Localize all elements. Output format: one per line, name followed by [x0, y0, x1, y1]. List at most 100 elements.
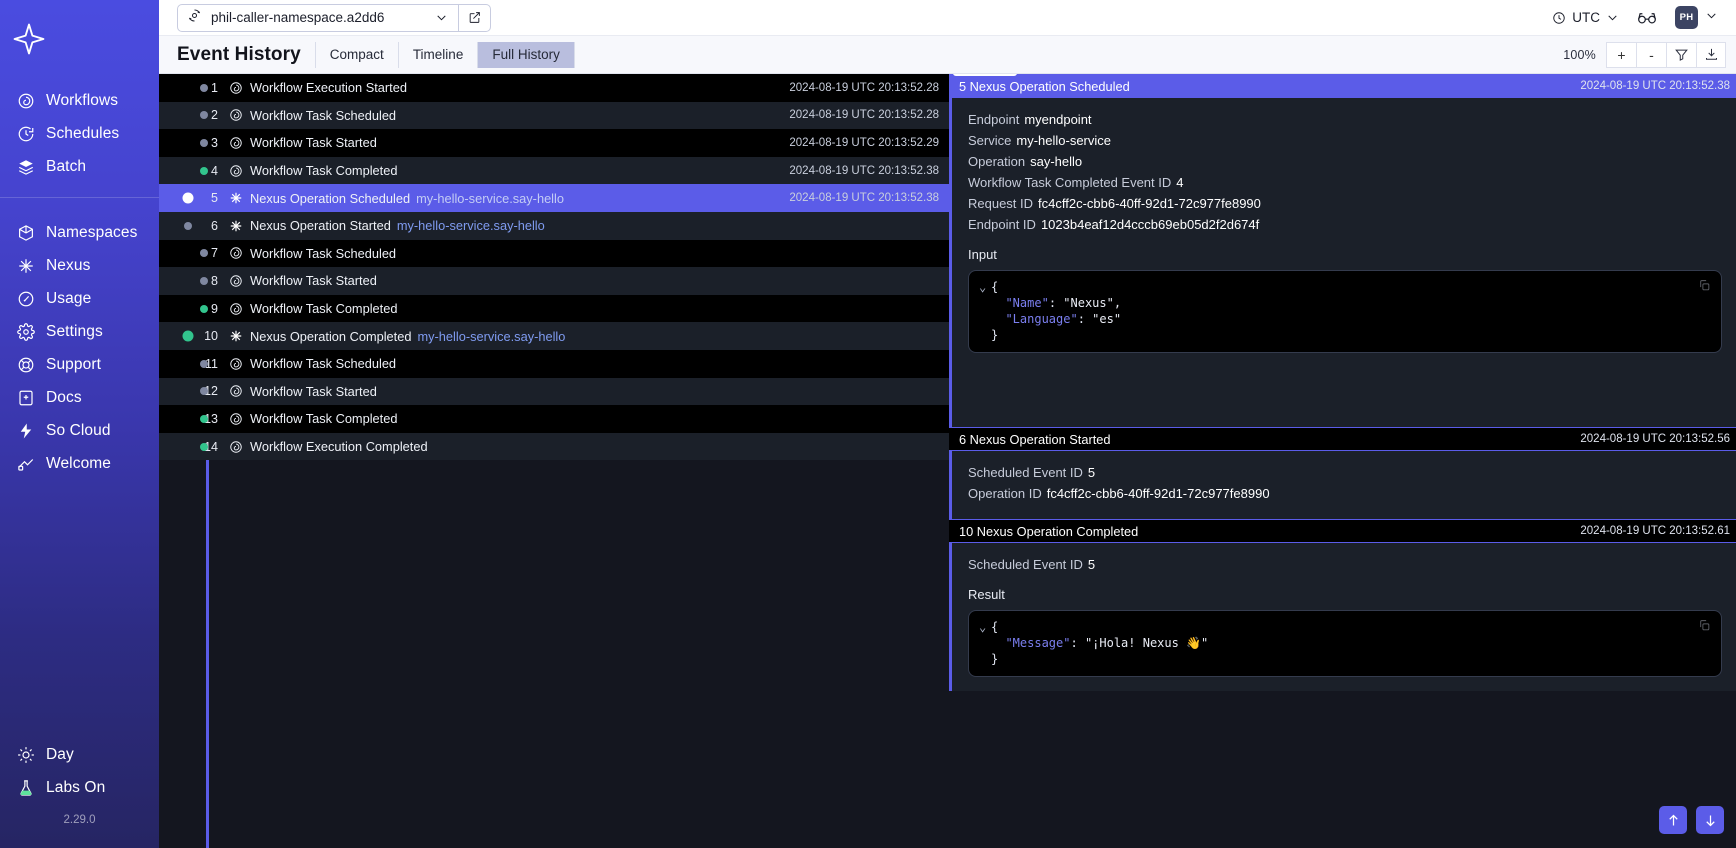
- event-row[interactable]: 9Workflow Task Completed: [159, 295, 949, 323]
- download-button[interactable]: [1696, 42, 1726, 68]
- event-status-dot: [200, 305, 208, 313]
- workflow-icon: [228, 108, 243, 123]
- event-history-list: 1Workflow Execution Started2024-08-19 UT…: [159, 74, 949, 848]
- copy-icon[interactable]: [1698, 619, 1711, 636]
- event-status-dot: [200, 139, 208, 147]
- detail-section: 10 Nexus Operation Completed2024-08-19 U…: [949, 519, 1736, 691]
- event-row[interactable]: 6Nexus Operation Startedmy-hello-service…: [159, 212, 949, 240]
- sidebar-item-usage[interactable]: Usage: [0, 282, 159, 315]
- namespace-selector[interactable]: phil-caller-namespace.a2dd6: [177, 4, 491, 32]
- event-name: Nexus Operation Scheduled: [250, 191, 410, 206]
- event-row[interactable]: 7Workflow Task Scheduled: [159, 240, 949, 268]
- close-button[interactable]: Close✕: [953, 74, 1017, 76]
- event-status-dot: [200, 167, 208, 175]
- nav-previous-button[interactable]: [1659, 806, 1687, 834]
- event-detail-panel: Close✕5 Nexus Operation Scheduled2024-08…: [949, 74, 1736, 848]
- event-name: Workflow Execution Started: [250, 80, 407, 95]
- zoom-in-button[interactable]: +: [1606, 42, 1636, 68]
- sidebar-item-workflows[interactable]: Workflows: [0, 84, 159, 117]
- event-row[interactable]: 13Workflow Task Completed: [159, 405, 949, 433]
- detail-section-header[interactable]: 10 Nexus Operation Completed2024-08-19 U…: [949, 519, 1736, 543]
- sidebar-item-labs-toggle[interactable]: Labs On: [0, 771, 159, 804]
- detail-section-header[interactable]: 5 Nexus Operation Scheduled2024-08-19 UT…: [949, 74, 1736, 98]
- namespaces-icon: [16, 223, 35, 242]
- schedules-icon: [16, 124, 35, 143]
- timezone-value: UTC: [1572, 10, 1600, 25]
- payload-label: Result: [968, 587, 1722, 602]
- namespace-external-link-button[interactable]: [458, 5, 490, 31]
- nav-next-button[interactable]: [1696, 806, 1724, 834]
- detail-field-key: Operation ID: [968, 486, 1042, 501]
- payload-code-block[interactable]: ⌄{ "Name": "Nexus", "Language": "es"}: [968, 270, 1722, 353]
- detail-section-title: 5 Nexus Operation Scheduled: [959, 79, 1130, 94]
- copy-icon[interactable]: [1698, 279, 1711, 296]
- workflow-icon: [228, 135, 243, 150]
- detail-section-header[interactable]: 6 Nexus Operation Started2024-08-19 UTC …: [949, 427, 1736, 451]
- event-name: Nexus Operation Started: [250, 218, 391, 233]
- event-row[interactable]: 5Nexus Operation Scheduledmy-hello-servi…: [159, 184, 949, 212]
- sidebar-label-namespaces: Namespaces: [46, 224, 137, 242]
- event-row[interactable]: 10Nexus Operation Completedmy-hello-serv…: [159, 322, 949, 350]
- event-row[interactable]: 11Workflow Task Scheduled: [159, 350, 949, 378]
- workflow-icon: [228, 301, 243, 316]
- event-row[interactable]: 2Workflow Task Scheduled2024-08-19 UTC 2…: [159, 102, 949, 130]
- sidebar-label-nexus: Nexus: [46, 257, 90, 275]
- code-line: "Language": "es": [979, 311, 1709, 327]
- sidebar-label-batch: Batch: [46, 158, 86, 176]
- event-link[interactable]: my-hello-service.say-hello: [417, 329, 565, 344]
- sidebar-item-theme-toggle[interactable]: Day: [0, 738, 159, 771]
- logo-container[interactable]: [0, 0, 159, 78]
- sidebar-label-docs: Docs: [46, 389, 82, 407]
- sidebar-item-batch[interactable]: Batch: [0, 150, 159, 183]
- sidebar-item-settings[interactable]: Settings: [0, 315, 159, 348]
- chevron-down-icon: [1705, 9, 1718, 27]
- filter-button[interactable]: [1666, 42, 1696, 68]
- accessibility-glasses-button[interactable]: [1637, 10, 1657, 26]
- detail-field-value: 4: [1176, 175, 1183, 190]
- code-line: "Message": "¡Hola! Nexus 👋": [979, 635, 1709, 651]
- sidebar-group-secondary: Namespaces Nexus Usage Settings: [0, 197, 159, 494]
- tab-timeline[interactable]: Timeline: [399, 42, 479, 68]
- glasses-icon: [1637, 10, 1657, 26]
- sidebar-spacer: [0, 494, 159, 738]
- event-row[interactable]: 1Workflow Execution Started2024-08-19 UT…: [159, 74, 949, 102]
- event-link[interactable]: my-hello-service.say-hello: [416, 191, 564, 206]
- sidebar-item-support[interactable]: Support: [0, 348, 159, 381]
- event-row[interactable]: 14Workflow Execution Completed: [159, 433, 949, 461]
- filter-funnel-icon: [1674, 47, 1689, 62]
- tab-compact[interactable]: Compact: [315, 42, 399, 68]
- event-status-dot: [200, 277, 208, 285]
- sidebar-item-welcome[interactable]: Welcome: [0, 447, 159, 480]
- timezone-selector[interactable]: UTC: [1552, 10, 1619, 25]
- sidebar-item-so-cloud[interactable]: So Cloud: [0, 414, 159, 447]
- event-link[interactable]: my-hello-service.say-hello: [397, 218, 545, 233]
- user-menu[interactable]: PH: [1675, 6, 1718, 29]
- zoom-out-button[interactable]: -: [1636, 42, 1666, 68]
- chevron-down-icon[interactable]: ⌄: [979, 279, 991, 295]
- namespace-icon: [187, 8, 202, 28]
- event-status-dot: [183, 331, 194, 342]
- event-timestamp: 2024-08-19 UTC 20:13:52.38: [789, 192, 949, 204]
- sidebar-label-workflows: Workflows: [46, 92, 118, 110]
- sidebar-item-nexus[interactable]: Nexus: [0, 249, 159, 282]
- detail-field-value: say-hello: [1030, 154, 1082, 169]
- chevron-down-icon[interactable]: ⌄: [979, 619, 991, 635]
- payload-code-block[interactable]: ⌄{ "Message": "¡Hola! Nexus 👋"}: [968, 610, 1722, 677]
- event-status-dot: [200, 360, 208, 368]
- sidebar-item-docs[interactable]: Docs: [0, 381, 159, 414]
- event-row[interactable]: 4Workflow Task Completed2024-08-19 UTC 2…: [159, 157, 949, 185]
- namespace-selector-button[interactable]: phil-caller-namespace.a2dd6: [178, 5, 458, 31]
- workflow-icon: [228, 273, 243, 288]
- event-status-dot: [184, 222, 192, 230]
- sidebar-item-namespaces[interactable]: Namespaces: [0, 216, 159, 249]
- event-row[interactable]: 8Workflow Task Started: [159, 267, 949, 295]
- event-row[interactable]: 3Workflow Task Started2024-08-19 UTC 20:…: [159, 129, 949, 157]
- sidebar-label-labs: Labs On: [46, 779, 105, 797]
- tab-full-history[interactable]: Full History: [478, 42, 575, 68]
- event-name: Workflow Task Completed: [250, 301, 397, 316]
- code-line: }: [979, 327, 1709, 343]
- event-status-dot: [200, 84, 208, 92]
- event-row[interactable]: 12Workflow Task Started: [159, 378, 949, 406]
- sidebar-item-schedules[interactable]: Schedules: [0, 117, 159, 150]
- batch-icon: [16, 157, 35, 176]
